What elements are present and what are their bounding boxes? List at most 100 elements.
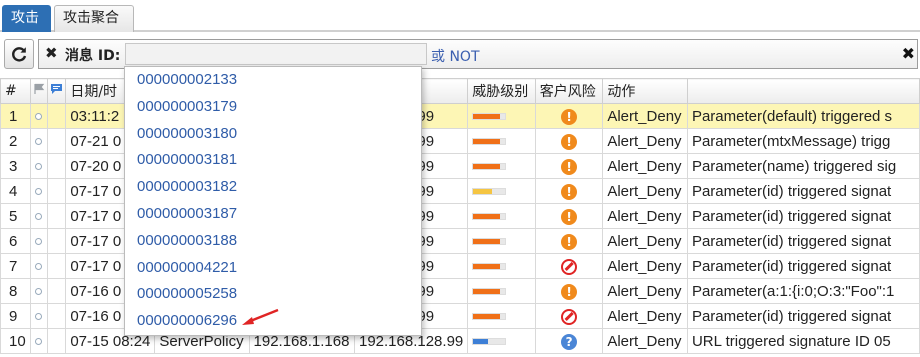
column-header-client-risk[interactable]: 客户风险 (534, 78, 604, 104)
threat-level-fill (473, 164, 501, 170)
dropdown-option[interactable]: 000000003182 (125, 174, 421, 201)
threat-level-fill (473, 189, 493, 195)
action-cell: Alert_Deny (602, 328, 688, 354)
flag-cell[interactable] (29, 203, 49, 229)
flag-dot-icon (35, 313, 43, 321)
threat-level-bar (472, 313, 507, 321)
threat-level-cell (467, 278, 536, 304)
flag-cell[interactable] (29, 178, 49, 204)
comment-cell[interactable] (47, 178, 67, 204)
threat-level-fill (473, 339, 488, 345)
prohibited-icon (561, 308, 578, 325)
dropdown-option[interactable]: 000000003187 (125, 201, 421, 228)
message-cell: Parameter(id) triggered signat (686, 228, 920, 254)
close-filter-icon[interactable]: ✖ (902, 44, 915, 63)
flag-cell[interactable] (29, 228, 49, 254)
tab-attack-aggregation[interactable]: 攻击聚合 (54, 5, 134, 32)
threat-level-cell (467, 128, 536, 154)
remove-filter-icon[interactable]: ✖ (45, 44, 58, 62)
row-number: 6 (0, 228, 31, 254)
client-risk-cell: ! (534, 103, 604, 129)
flag-cell[interactable] (29, 278, 49, 304)
warning-icon: ! (561, 283, 578, 300)
threat-level-bar (472, 263, 507, 271)
flag-cell[interactable] (29, 128, 49, 154)
dropdown-option[interactable]: 000000004221 (125, 255, 421, 282)
dropdown-option[interactable]: 000000002133 (125, 67, 421, 94)
filter-operator-link[interactable]: 或 NOT (431, 46, 480, 66)
comment-cell[interactable] (47, 153, 67, 179)
threat-level-bar (472, 138, 507, 146)
comment-cell[interactable] (47, 303, 67, 329)
flag-cell[interactable] (29, 303, 49, 329)
flag-dot-icon (35, 263, 43, 271)
comment-cell[interactable] (47, 128, 67, 154)
warning-icon: ! (561, 108, 578, 125)
comment-icon (51, 84, 63, 94)
client-risk-cell: ! (534, 178, 604, 204)
client-risk-cell: ! (534, 128, 604, 154)
dropdown-option[interactable]: 000000003181 (125, 147, 421, 174)
threat-level-fill (473, 264, 501, 270)
row-number: 4 (0, 178, 31, 204)
refresh-button[interactable] (4, 39, 34, 69)
message-cell: Parameter(id) triggered signat (686, 303, 920, 329)
row-number: 3 (0, 153, 31, 179)
action-cell: Alert_Deny (602, 128, 688, 154)
client-risk-cell: ! (534, 228, 604, 254)
message-cell: Parameter(id) triggered signat (686, 203, 920, 229)
comment-cell[interactable] (47, 103, 67, 129)
row-number: 8 (0, 278, 31, 304)
comment-cell[interactable] (47, 253, 67, 279)
comment-cell[interactable] (47, 328, 67, 354)
flag-dot-icon (35, 338, 43, 346)
threat-level-cell (467, 153, 536, 179)
flag-dot-icon (35, 188, 43, 196)
action-cell: Alert_Deny (602, 278, 688, 304)
threat-level-fill (473, 239, 501, 245)
column-header-message[interactable] (686, 78, 920, 104)
column-header-action[interactable]: 动作 (602, 78, 688, 104)
column-header-number[interactable]: # (0, 78, 31, 104)
column-header-flag[interactable] (29, 78, 49, 104)
tab-attack[interactable]: 攻击 (2, 5, 51, 32)
threat-level-cell (467, 253, 536, 279)
flag-cell[interactable] (29, 253, 49, 279)
message-cell: Parameter(name) triggered sig (686, 153, 920, 179)
client-risk-cell: ! (534, 203, 604, 229)
threat-level-cell (467, 203, 536, 229)
row-number: 10 (0, 328, 31, 354)
threat-level-fill (473, 114, 501, 120)
action-cell: Alert_Deny (602, 203, 688, 229)
column-header-threat-level[interactable]: 威胁级别 (467, 78, 536, 104)
threat-level-bar (472, 213, 507, 221)
action-cell: Alert_Deny (602, 303, 688, 329)
column-header-comment[interactable] (47, 78, 67, 104)
flag-cell[interactable] (29, 328, 49, 354)
threat-level-cell (467, 228, 536, 254)
dropdown-option[interactable]: 000000003179 (125, 94, 421, 121)
threat-level-cell (467, 103, 536, 129)
flag-dot-icon (35, 288, 43, 296)
flag-cell[interactable] (29, 153, 49, 179)
flag-cell[interactable] (29, 103, 49, 129)
threat-level-bar (472, 338, 507, 346)
warning-icon: ! (561, 158, 578, 175)
row-number: 2 (0, 128, 31, 154)
comment-cell[interactable] (47, 203, 67, 229)
dropdown-option[interactable]: 000000003180 (125, 121, 421, 148)
dropdown-option[interactable]: 000000003188 (125, 228, 421, 255)
client-risk-cell: ! (534, 153, 604, 179)
threat-level-cell (467, 303, 536, 329)
comment-cell[interactable] (47, 278, 67, 304)
message-cell: Parameter(a:1:{i:0;O:3:"Foo":1 (686, 278, 920, 304)
flag-dot-icon (35, 213, 43, 221)
flag-dot-icon (35, 138, 43, 146)
dropdown-option[interactable]: 000000005258 (125, 281, 421, 308)
action-cell: Alert_Deny (602, 153, 688, 179)
comment-cell[interactable] (47, 228, 67, 254)
flag-dot-icon (35, 238, 43, 246)
threat-level-bar (472, 163, 507, 171)
message-id-input[interactable] (125, 43, 427, 65)
client-risk-cell (534, 253, 604, 279)
